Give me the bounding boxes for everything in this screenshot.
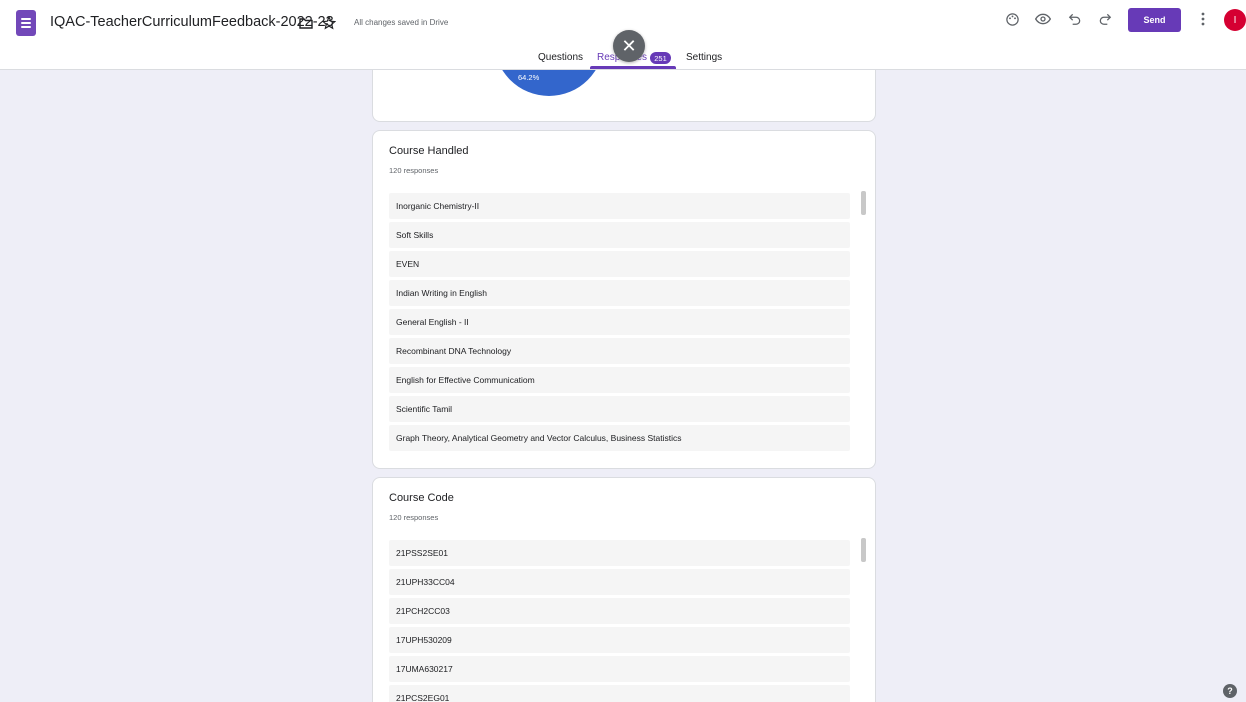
question-title: Course Handled xyxy=(389,145,469,157)
response-list: Inorganic Chemistry-II Soft Skills EVEN … xyxy=(389,193,850,454)
list-item: Scientific Tamil xyxy=(389,396,850,422)
redo-icon[interactable] xyxy=(1094,8,1116,30)
forms-app-icon[interactable] xyxy=(16,10,36,36)
palette-icon[interactable] xyxy=(1001,8,1023,30)
list-item: Soft Skills xyxy=(389,222,850,248)
course-handled-card: Course Handled 120 responses Inorganic C… xyxy=(372,130,876,469)
response-count: 120 responses xyxy=(389,166,439,175)
star-icon[interactable] xyxy=(318,12,340,34)
tab-settings[interactable]: Settings xyxy=(686,52,722,63)
pie-chart xyxy=(502,70,596,96)
preview-eye-icon[interactable] xyxy=(1032,8,1054,30)
close-icon[interactable]: ✕ xyxy=(613,30,645,62)
pie-slice-blue xyxy=(502,70,596,96)
list-item: Graph Theory, Analytical Geometry and Ve… xyxy=(389,425,850,451)
list-item: 21UPH33CC04 xyxy=(389,569,850,595)
list-item: Indian Writing in English xyxy=(389,280,850,306)
pie-chart-card: 64.2% xyxy=(372,70,876,122)
undo-icon[interactable] xyxy=(1064,8,1086,30)
list-item: 21PCS2EG01 xyxy=(389,685,850,702)
list-item: 17UPH530209 xyxy=(389,627,850,653)
document-title[interactable]: IQAC-TeacherCurriculumFeedback-2022-23 xyxy=(50,14,334,30)
list-item: General English - II xyxy=(389,309,850,335)
list-item: 17UMA630217 xyxy=(389,656,850,682)
response-list: 21PSS2SE01 21UPH33CC04 21PCH2CC03 17UPH5… xyxy=(389,540,850,702)
list-item: Inorganic Chemistry-II xyxy=(389,193,850,219)
folder-icon[interactable] xyxy=(295,12,317,34)
question-title: Course Code xyxy=(389,492,454,504)
list-scrollbar[interactable] xyxy=(861,191,866,215)
list-item: Recombinant DNA Technology xyxy=(389,338,850,364)
list-item: 21PSS2SE01 xyxy=(389,540,850,566)
help-icon[interactable]: ? xyxy=(1223,684,1237,698)
course-code-card: Course Code 120 responses 21PSS2SE01 21U… xyxy=(372,477,876,702)
responses-scroll-area[interactable]: 64.2% Course Handled 120 responses Inorg… xyxy=(0,70,1246,702)
responses-count-badge: 251 xyxy=(650,52,671,64)
list-item: English for Effective Communicatiom xyxy=(389,367,850,393)
pie-slice-label: 64.2% xyxy=(518,73,540,82)
active-tab-indicator xyxy=(590,66,676,69)
account-avatar[interactable]: I xyxy=(1224,9,1246,31)
tab-questions[interactable]: Questions xyxy=(538,52,583,63)
response-count: 120 responses xyxy=(389,513,439,522)
list-scrollbar[interactable] xyxy=(861,538,866,562)
list-item: EVEN xyxy=(389,251,850,277)
list-item: 21PCH2CC03 xyxy=(389,598,850,624)
more-options-icon[interactable] xyxy=(1192,8,1214,30)
send-button[interactable]: Send xyxy=(1128,8,1181,32)
save-status: All changes saved in Drive xyxy=(354,18,449,27)
